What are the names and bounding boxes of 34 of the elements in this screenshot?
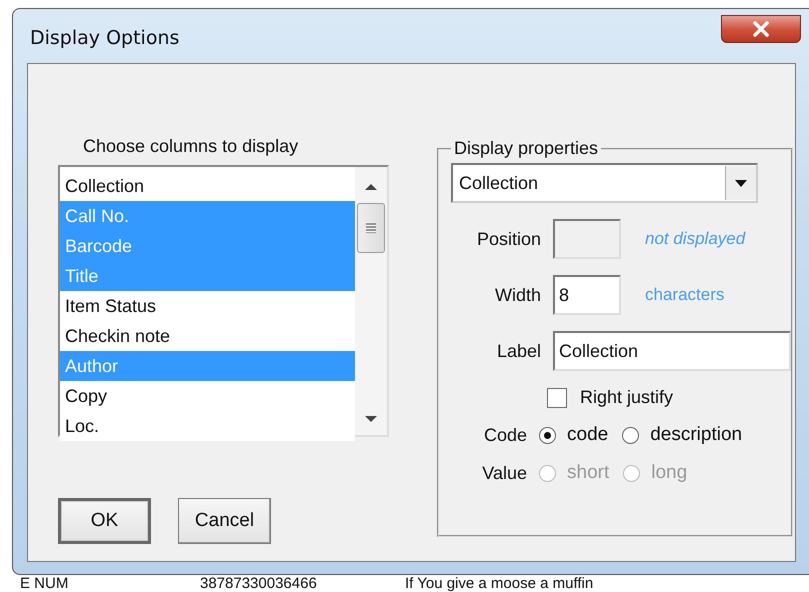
background-text: E NUM [19, 575, 70, 592]
field-label: Value [481, 462, 528, 484]
radio-label: code [567, 424, 608, 446]
scroll-thumb[interactable] [357, 203, 385, 253]
grip-icon [366, 223, 376, 233]
dropdown-value: Collection [458, 172, 538, 194]
label-field[interactable]: Collection [553, 331, 791, 371]
checkbox[interactable] [547, 388, 567, 408]
scroll-down-icon [365, 416, 377, 423]
field-label: Label [496, 340, 542, 362]
scrollbar[interactable] [355, 167, 387, 435]
radio-label: long [651, 462, 688, 484]
radio-label: description [650, 424, 742, 446]
column-dropdown[interactable]: Collection [451, 163, 758, 203]
radio-label: short [567, 462, 610, 484]
field-label: Width [494, 284, 542, 306]
background-text: If You give a moose a muffin [405, 575, 594, 592]
close-icon [752, 21, 770, 37]
group-legend: Display properties [451, 138, 602, 159]
radio-button[interactable] [539, 426, 556, 444]
field-note: characters [645, 285, 724, 305]
dialog-button[interactable]: OK [58, 498, 151, 544]
background-text: 38787330036466 [200, 575, 318, 592]
width-field[interactable]: 8 [553, 275, 621, 315]
scroll-up-icon [365, 183, 377, 190]
field-note: not displayed [645, 229, 746, 249]
field-label: Position [476, 228, 542, 250]
dialog-button[interactable]: Cancel [178, 498, 271, 544]
list-heading: Choose columns to display [83, 136, 300, 157]
window-title: Display Options [30, 27, 180, 49]
checkbox-label: Right justify [580, 387, 674, 408]
close-button[interactable] [721, 15, 801, 43]
radio-button[interactable] [622, 426, 640, 444]
field-label: Code [482, 424, 528, 446]
